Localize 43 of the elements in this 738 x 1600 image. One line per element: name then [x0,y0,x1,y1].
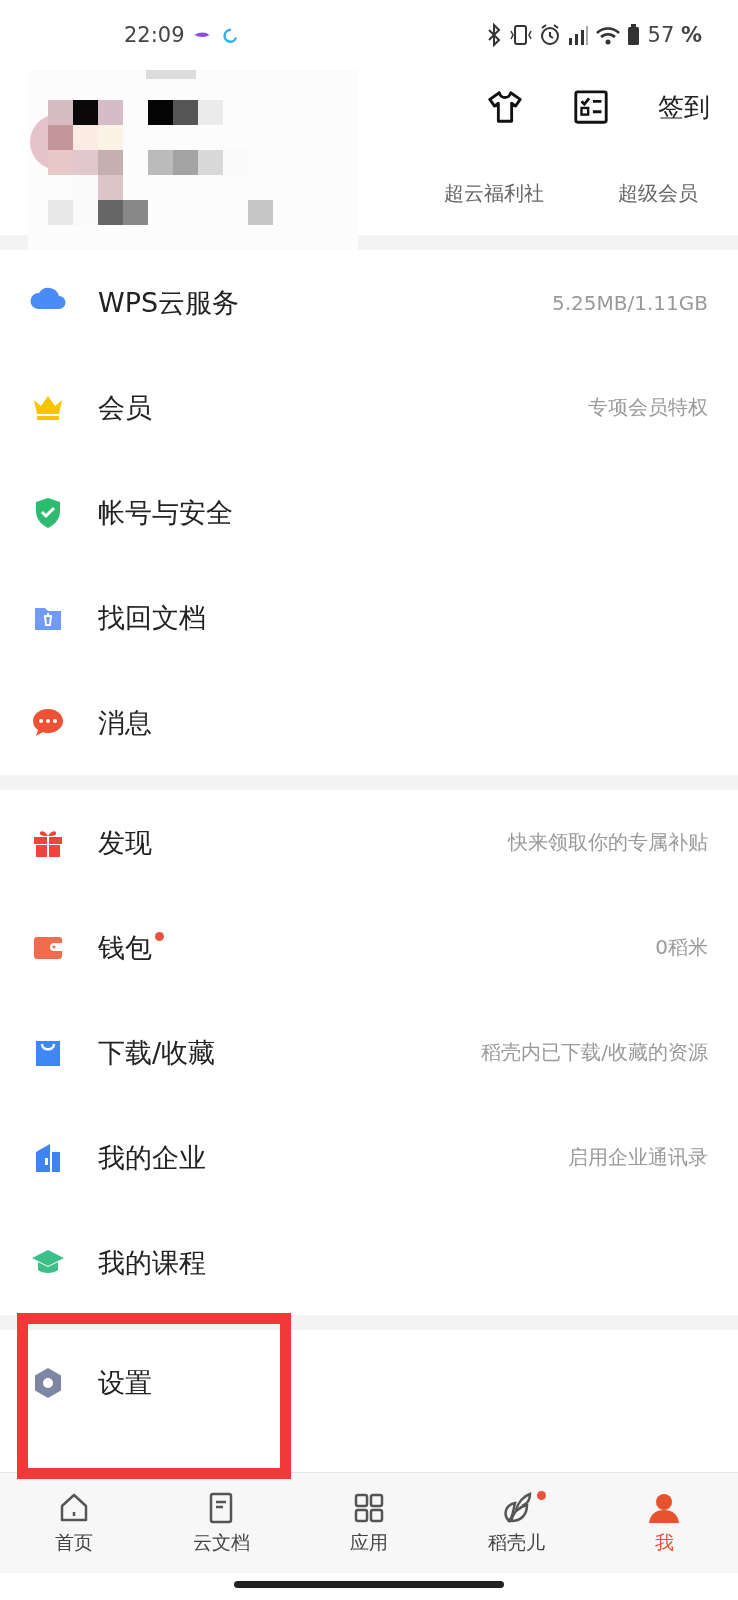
tab[interactable]: 云文档 [147,1473,296,1573]
menu-row[interactable]: 我的企业 启用企业通讯录 [0,1105,738,1210]
row-detail: 稻壳内已下载/收藏的资源 [481,1039,708,1066]
menu-row[interactable]: 会员 专项会员特权 [0,355,738,460]
clock-time: 22:09 [124,23,185,47]
menu-row[interactable]: 下载/收藏 稻壳内已下载/收藏的资源 [0,1000,738,1105]
row-label[interactable]: 设置 [98,1364,152,1401]
row-label[interactable]: 找回文档 [98,599,206,636]
row-detail: 专项会员特权 [588,394,708,421]
row-detail: 启用企业通讯录 [568,1144,708,1171]
row-label[interactable]: 会员 [98,389,152,426]
tab[interactable]: 首页 [0,1473,148,1573]
row-detail: 5.25MB/1.11GB [552,290,708,315]
row-label[interactable]: 消息 [98,704,152,741]
row-detail: 0稻米 [655,934,708,961]
row-label[interactable]: 下载/收藏 [98,1034,216,1071]
tab[interactable]: 稻壳儿 [442,1473,591,1573]
menu-row[interactable]: WPS云服务 5.25MB/1.11GB [0,250,738,355]
t-shirt-icon[interactable] [486,88,524,126]
menu-row[interactable]: 钱包 0稻米 [0,895,738,1000]
row-detail: 快来领取你的专属补贴 [508,829,708,856]
battery-percentage: 57 % [647,23,702,47]
tab[interactable]: 应用 [295,1473,443,1573]
sign-in-link[interactable]: 签到 [658,89,710,125]
checklist-icon[interactable] [572,88,610,126]
row-label[interactable]: 钱包 [98,929,152,966]
row-label[interactable]: 我的企业 [98,1139,206,1176]
row-label[interactable]: 帐号与安全 [98,494,233,531]
menu-row[interactable]: 设置 [0,1330,738,1435]
row-label[interactable]: 发现 [98,824,152,861]
vibrate-icon [508,23,533,47]
row-label[interactable]: 我的课程 [98,1244,206,1281]
menu-row[interactable]: 找回文档 [0,565,738,670]
header-link[interactable]: 超级会员 [618,180,698,207]
alarm-clock-icon [538,23,561,47]
header-link[interactable]: 超云福利社 [444,180,544,207]
row-label[interactable]: WPS云服务 [98,284,240,321]
menu-row[interactable]: 帐号与安全 [0,460,738,565]
signal-icon [566,23,589,47]
battery-icon [626,23,640,47]
menu-row[interactable]: 发现 快来领取你的专属补贴 [0,790,738,895]
menu-row[interactable]: 消息 [0,670,738,775]
menu-row[interactable]: 我的课程 [0,1210,738,1315]
